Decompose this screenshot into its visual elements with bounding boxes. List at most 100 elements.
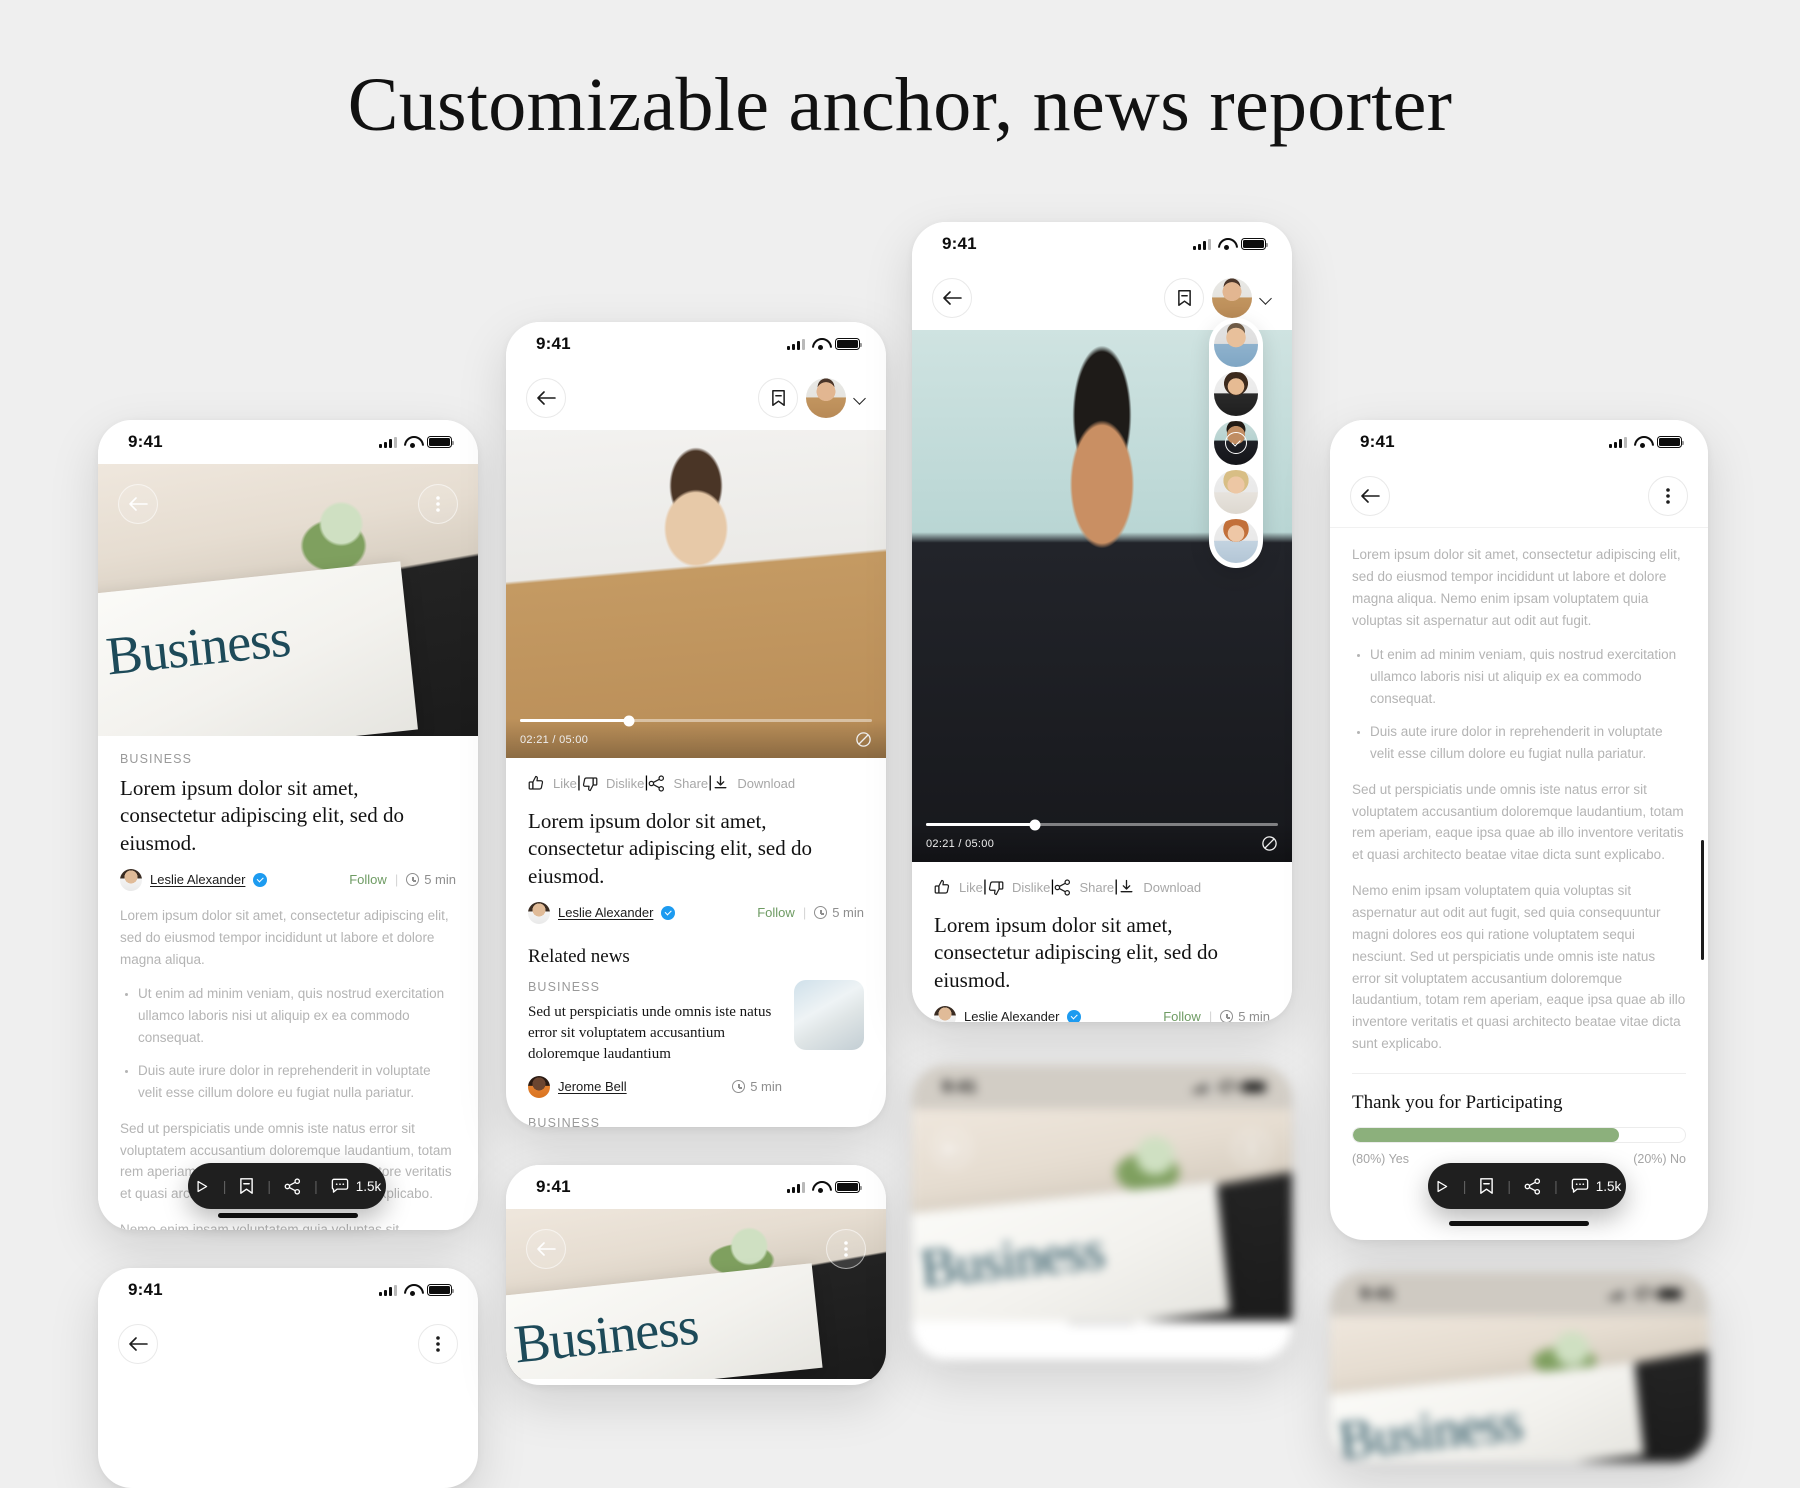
back-button[interactable] <box>526 378 566 418</box>
avatar-option-selected[interactable] <box>1214 421 1258 465</box>
comment-button[interactable]: 1.5k <box>1571 1178 1622 1194</box>
back-button[interactable] <box>1350 475 1390 516</box>
verified-badge-icon <box>661 905 676 920</box>
byline: Jerome Bell 5 min <box>528 1075 782 1098</box>
status-time: 9:41 <box>942 234 977 253</box>
progress-knob[interactable] <box>1029 819 1041 830</box>
poll-no-label: (20%) No <box>1633 1152 1686 1167</box>
thumbs-up-icon <box>934 879 950 894</box>
download-button[interactable]: Download <box>712 775 795 792</box>
cellular-signal-icon <box>1609 436 1627 448</box>
more-options-button[interactable] <box>418 484 458 524</box>
chevron-down-icon[interactable] <box>854 392 866 404</box>
wifi-icon <box>1634 1288 1650 1300</box>
follow-button[interactable]: Follow <box>1163 1009 1201 1022</box>
share-label: Share <box>673 775 709 791</box>
bookmark-button[interactable] <box>1479 1177 1494 1195</box>
body-paragraph-1: Lorem ipsum dolor sit amet, consectetur … <box>1352 547 1681 628</box>
progress-slider[interactable] <box>520 715 872 726</box>
back-button[interactable] <box>118 484 158 524</box>
follow-button[interactable]: Follow <box>349 872 387 887</box>
more-options-button[interactable] <box>826 1229 866 1269</box>
cellular-signal-icon <box>1193 1081 1211 1093</box>
back-button[interactable] <box>526 1229 566 1269</box>
download-button[interactable]: Download <box>1118 879 1201 896</box>
wifi-icon <box>1218 238 1234 250</box>
loop-icon[interactable] <box>855 731 872 748</box>
floating-action-pill[interactable]: | | | 1.5k <box>188 1163 386 1209</box>
phone-video-screen: 9:41 02:21 / 05:00 Like | Dislike | Shar… <box>506 322 886 1127</box>
more-options-button[interactable] <box>418 1324 458 1364</box>
share-label: Share <box>1079 879 1115 895</box>
body-bullet-list: Ut enim ad minim veniam, quis nostrud ex… <box>138 983 456 1103</box>
play-button[interactable] <box>193 1178 210 1195</box>
avatar-option[interactable] <box>1214 519 1258 563</box>
more-vertical-icon <box>1666 487 1670 504</box>
loop-icon[interactable] <box>1261 835 1278 852</box>
player-controls[interactable]: 02:21 / 05:00 <box>912 819 1292 862</box>
like-label: Like <box>553 775 577 791</box>
dislike-button[interactable]: Dislike <box>581 775 644 792</box>
share-button[interactable]: Share <box>648 774 709 792</box>
avatar-option[interactable] <box>1214 470 1258 514</box>
back-button[interactable] <box>932 278 972 318</box>
cellular-signal-icon <box>379 436 397 448</box>
author-name[interactable]: Jerome Bell <box>558 1079 627 1094</box>
play-button[interactable] <box>1433 1178 1450 1195</box>
author-name[interactable]: Leslie Alexander <box>150 872 245 887</box>
avatar-selector-rail[interactable] <box>1209 318 1263 568</box>
related-news-item[interactable]: BUSINESS Sed ut perspiciatis unde omnis … <box>506 968 886 1098</box>
more-options-button[interactable] <box>1648 475 1688 516</box>
related-thumbnail <box>794 979 864 1050</box>
profile-avatar[interactable] <box>1212 278 1252 318</box>
battery-icon <box>1657 436 1685 448</box>
bookmark-button[interactable] <box>758 378 798 418</box>
hero-image-newspaper <box>1330 1316 1708 1462</box>
bookmark-button[interactable] <box>239 1177 254 1195</box>
scrollbar[interactable] <box>1701 840 1704 960</box>
like-button[interactable]: Like <box>934 879 983 896</box>
share-button[interactable] <box>1524 1177 1541 1195</box>
avatar <box>934 1005 956 1022</box>
download-icon <box>714 775 727 788</box>
more-options-button[interactable] <box>1232 1129 1272 1169</box>
video-action-row: Like | Dislike | Share | Download <box>912 862 1292 898</box>
player-controls[interactable]: 02:21 / 05:00 <box>506 715 886 758</box>
dislike-button[interactable]: Dislike <box>987 879 1050 896</box>
avatar-option[interactable] <box>1214 372 1258 416</box>
hero-image-newspaper <box>912 1109 1292 1321</box>
category-kicker-next: BUSINESS <box>528 1115 601 1127</box>
bookmark-button[interactable] <box>1164 278 1204 318</box>
back-button[interactable] <box>932 1129 972 1169</box>
phone-partial-bottom-left: 9:41 <box>98 1268 478 1488</box>
follow-button[interactable]: Follow <box>757 905 795 920</box>
bullet-item: Duis aute irure dolor in reprehenderit i… <box>138 1060 456 1104</box>
author-name[interactable]: Leslie Alexander <box>558 905 653 920</box>
byline: Leslie Alexander Follow | 5 min <box>120 868 456 891</box>
wifi-icon <box>1634 436 1650 448</box>
share-button[interactable] <box>284 1177 301 1195</box>
dislike-label: Dislike <box>1012 879 1051 895</box>
chevron-down-icon[interactable] <box>1260 292 1272 304</box>
floating-action-pill[interactable]: | | | 1.5k <box>1428 1163 1626 1209</box>
like-button[interactable]: Like <box>528 775 577 792</box>
comment-count: 1.5k <box>1595 1178 1622 1194</box>
video-player[interactable]: 02:21 / 05:00 <box>506 430 886 758</box>
status-bar: 9:41 <box>98 1268 478 1312</box>
back-button[interactable] <box>118 1324 158 1364</box>
author-name[interactable]: Leslie Alexander <box>964 1009 1059 1022</box>
share-button[interactable]: Share <box>1054 878 1115 896</box>
bookmark-icon <box>240 1178 254 1194</box>
share-icon <box>284 1177 301 1195</box>
byline: Leslie Alexander Follow | 5 min <box>528 901 864 924</box>
wifi-icon <box>1218 1081 1234 1093</box>
avatar-option[interactable] <box>1214 323 1258 367</box>
profile-avatar[interactable] <box>806 378 846 418</box>
more-vertical-icon <box>1250 1141 1254 1157</box>
progress-knob[interactable] <box>623 715 635 726</box>
comment-icon <box>331 1178 348 1193</box>
share-icon <box>649 774 665 792</box>
progress-slider[interactable] <box>926 819 1278 830</box>
comment-button[interactable]: 1.5k <box>331 1178 381 1194</box>
related-news-title: Related news <box>528 945 630 967</box>
